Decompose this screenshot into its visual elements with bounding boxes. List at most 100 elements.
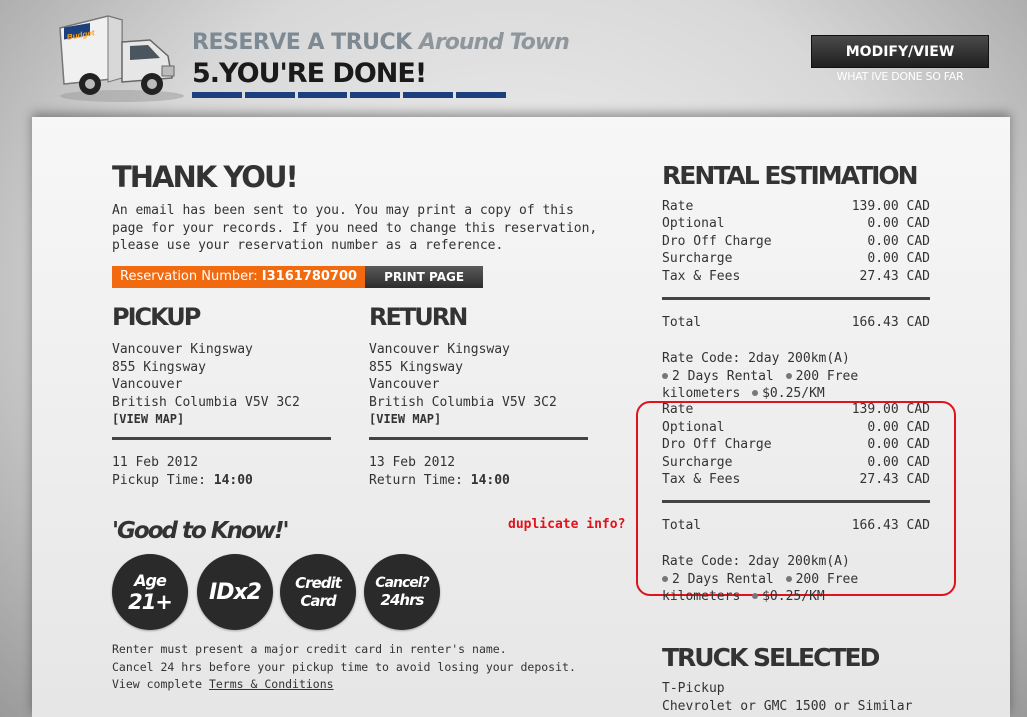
return-time-label: Return Time: [369, 472, 463, 488]
row-value: 139.00 CAD [851, 199, 930, 214]
days-rental: 2 Days Rental [672, 571, 774, 587]
progress-bar [192, 92, 506, 98]
return-address: Vancouver Kingsway 855 Kingsway Vancouve… [369, 341, 557, 429]
estimation-row-tax: Tax & Fees 27.43 CAD [662, 269, 930, 284]
credit-card-note: Renter must present a major credit card … [112, 642, 507, 656]
good-to-know-title: 'Good to Know!' [112, 518, 290, 544]
progress-segment [403, 92, 454, 98]
estimation-row-rate: Rate 139.00 CAD [662, 199, 930, 214]
thankyou-line: page for your records. If you need to ch… [112, 220, 598, 236]
bullet-icon [785, 372, 792, 379]
progress-segment [456, 92, 506, 98]
rate-code: Rate Code: 2day 200km(A) [662, 351, 850, 366]
reservation-number-badge: Reservation Number: I3161780700 [112, 266, 366, 288]
row-value: 27.43 CAD [859, 472, 930, 487]
pickup-datetime: 11 Feb 2012 Pickup Time: 14:00 [112, 454, 253, 489]
row-label: Dro Off Charge [662, 234, 772, 249]
total-label: Total [662, 315, 702, 330]
good-to-know-notes: Renter must present a major credit card … [112, 641, 576, 694]
row-label: Dro Off Charge [662, 437, 772, 452]
return-date: 13 Feb 2012 [369, 455, 456, 470]
km-label: kilometers [662, 386, 741, 401]
credit-badge-line2: Card [300, 592, 336, 610]
days-rental: 2 Days Rental [672, 368, 774, 384]
reservation-bar: Reservation Number: I3161780700 PRINT PA… [112, 266, 484, 288]
age-badge: Age 21+ [112, 554, 188, 630]
pickup-location: Vancouver Kingsway [112, 342, 253, 357]
pickup-time-label: Pickup Time: [112, 472, 206, 488]
dup-row-optional: Optional 0.00 CAD [662, 420, 930, 435]
row-value: 139.00 CAD [851, 402, 930, 417]
estimation-row-dropoff: Dro Off Charge 0.00 CAD [662, 234, 930, 249]
print-page-button[interactable]: PRINT PAGE [365, 266, 484, 288]
terms-prefix: View complete [112, 677, 203, 691]
row-label: Rate [662, 402, 694, 417]
row-value: 27.43 CAD [859, 269, 930, 284]
rental-estimation-title: RENTAL ESTIMATION [662, 161, 919, 190]
return-street: 855 Kingsway [369, 359, 463, 375]
progress-segment [192, 92, 242, 98]
return-title: RETURN [369, 303, 468, 331]
dup-row-tax: Tax & Fees 27.43 CAD [662, 472, 930, 487]
row-value: 0.00 CAD [867, 251, 930, 266]
credit-badge-line1: Credit [295, 574, 342, 592]
row-label: Surcharge [662, 455, 733, 470]
return-city: Vancouver [369, 377, 440, 392]
id-badge: IDx2 [197, 554, 273, 630]
row-value: 0.00 CAD [867, 455, 930, 470]
header-title: RESERVE A TRUCK Around Town [192, 30, 570, 55]
rate-code-block: Rate Code: 2day 200km(A) 2 Days Rental 2… [662, 350, 858, 403]
pickup-title: PICKUP [112, 303, 201, 331]
km-details: kilometers $0.25/KM [662, 588, 858, 606]
header-title-main: RESERVE A TRUCK [192, 30, 412, 55]
bullet-icon [662, 372, 668, 379]
reservation-number: I3161780700 [261, 269, 358, 284]
cancel-badge-line1: Cancel? [375, 575, 429, 591]
dup-row-rate: Rate 139.00 CAD [662, 402, 930, 417]
id-badge-text: IDx2 [209, 579, 262, 605]
return-datetime: 13 Feb 2012 Return Time: 14:00 [369, 454, 510, 489]
km-details: kilometers $0.25/KM [662, 385, 858, 403]
pickup-city: Vancouver [112, 377, 183, 392]
reservation-label: Reservation Number: [120, 269, 258, 284]
pickup-time: 14:00 [213, 472, 253, 488]
terms-conditions-link[interactable]: Terms & Conditions [209, 677, 334, 691]
modify-view-button[interactable]: MODIFY/VIEW [811, 35, 989, 68]
return-divider [369, 437, 588, 440]
row-label: Optional [662, 216, 725, 231]
pickup-province: British Columbia V5V 3C2 [112, 394, 300, 410]
header-title-italic: Around Town [418, 30, 570, 55]
row-label: Tax & Fees [662, 269, 741, 284]
thankyou-title: THANK YOU! [112, 160, 299, 194]
credit-card-badge: Credit Card [280, 554, 356, 630]
dup-rate-code-block: Rate Code: 2day 200km(A) 2 Days Rental 2… [662, 553, 858, 606]
bullet-icon [662, 575, 668, 582]
cancel-note: Cancel 24 hrs before your pickup time to… [112, 659, 576, 674]
pickup-address: Vancouver Kingsway 855 Kingsway Vancouve… [112, 341, 300, 429]
truck-logo-icon: Budget [59, 15, 184, 102]
return-province: British Columbia V5V 3C2 [369, 394, 557, 410]
return-view-map-link[interactable]: [VIEW MAP] [369, 411, 557, 429]
pickup-date: 11 Feb 2012 [112, 455, 199, 470]
total-value: 166.43 CAD [851, 518, 930, 533]
row-label: Tax & Fees [662, 472, 741, 487]
pickup-street: 855 Kingsway [112, 359, 206, 375]
return-time: 14:00 [470, 472, 510, 488]
estimation-divider [662, 297, 930, 300]
estimation-row-optional: Optional 0.00 CAD [662, 216, 930, 231]
rate-details: 2 Days Rental 200 Free [662, 571, 858, 589]
thankyou-line: An email has been sent to you. You may p… [112, 203, 574, 218]
truck-model: Chevrolet or GMC 1500 or Similar [662, 698, 913, 714]
row-value: 0.00 CAD [867, 234, 930, 249]
rate-details: 2 Days Rental 200 Free [662, 368, 858, 386]
pickup-view-map-link[interactable]: [VIEW MAP] [112, 411, 300, 429]
free-km: 200 Free [795, 571, 859, 587]
terms-row: View complete Terms & Conditions [112, 676, 576, 694]
truck-details: T-Pickup Chevrolet or GMC 1500 or Simila… [662, 680, 912, 715]
age-badge-line1: Age [134, 570, 167, 590]
row-label: Surcharge [662, 251, 733, 266]
per-km-rate: $0.25/KM [762, 589, 825, 604]
bullet-icon [785, 575, 792, 582]
row-value: 0.00 CAD [867, 420, 930, 435]
estimation-total-row: Total 166.43 CAD [662, 315, 930, 330]
